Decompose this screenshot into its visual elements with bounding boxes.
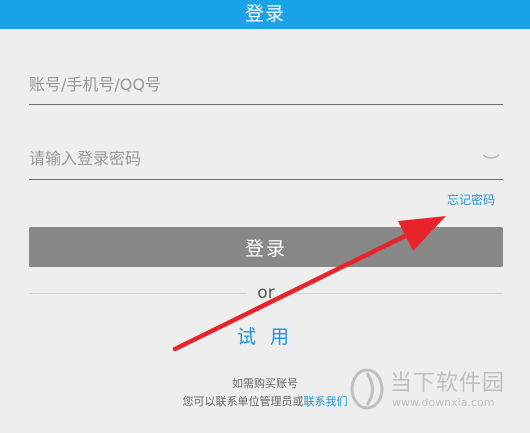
login-button[interactable]: 登录 [29,227,503,267]
eye-closed-icon[interactable] [481,150,501,164]
password-field[interactable] [29,140,503,180]
purchase-contact-text: 您可以联系单位管理员或 [182,395,304,408]
watermark-title: 当下软件园 [390,371,506,396]
watermark: 当下软件园 www.downxia.com [348,365,518,413]
contact-us-link[interactable]: 联系我们 [304,395,348,408]
divider-left [29,293,247,294]
password-input[interactable] [29,140,469,176]
trial-button[interactable]: 试 用 [0,322,530,349]
trial-label: 试 用 [236,326,294,348]
account-input[interactable] [29,66,469,102]
forgot-password-link[interactable]: 忘记密码 [447,191,495,208]
divider-right [285,293,503,294]
page-title: 登录 [244,3,285,25]
account-field[interactable] [29,66,503,105]
watermark-logo-icon [350,368,384,410]
or-separator: or [257,283,275,303]
watermark-url: www.downxia.com [392,396,495,409]
title-bar: 登录 [0,0,530,29]
